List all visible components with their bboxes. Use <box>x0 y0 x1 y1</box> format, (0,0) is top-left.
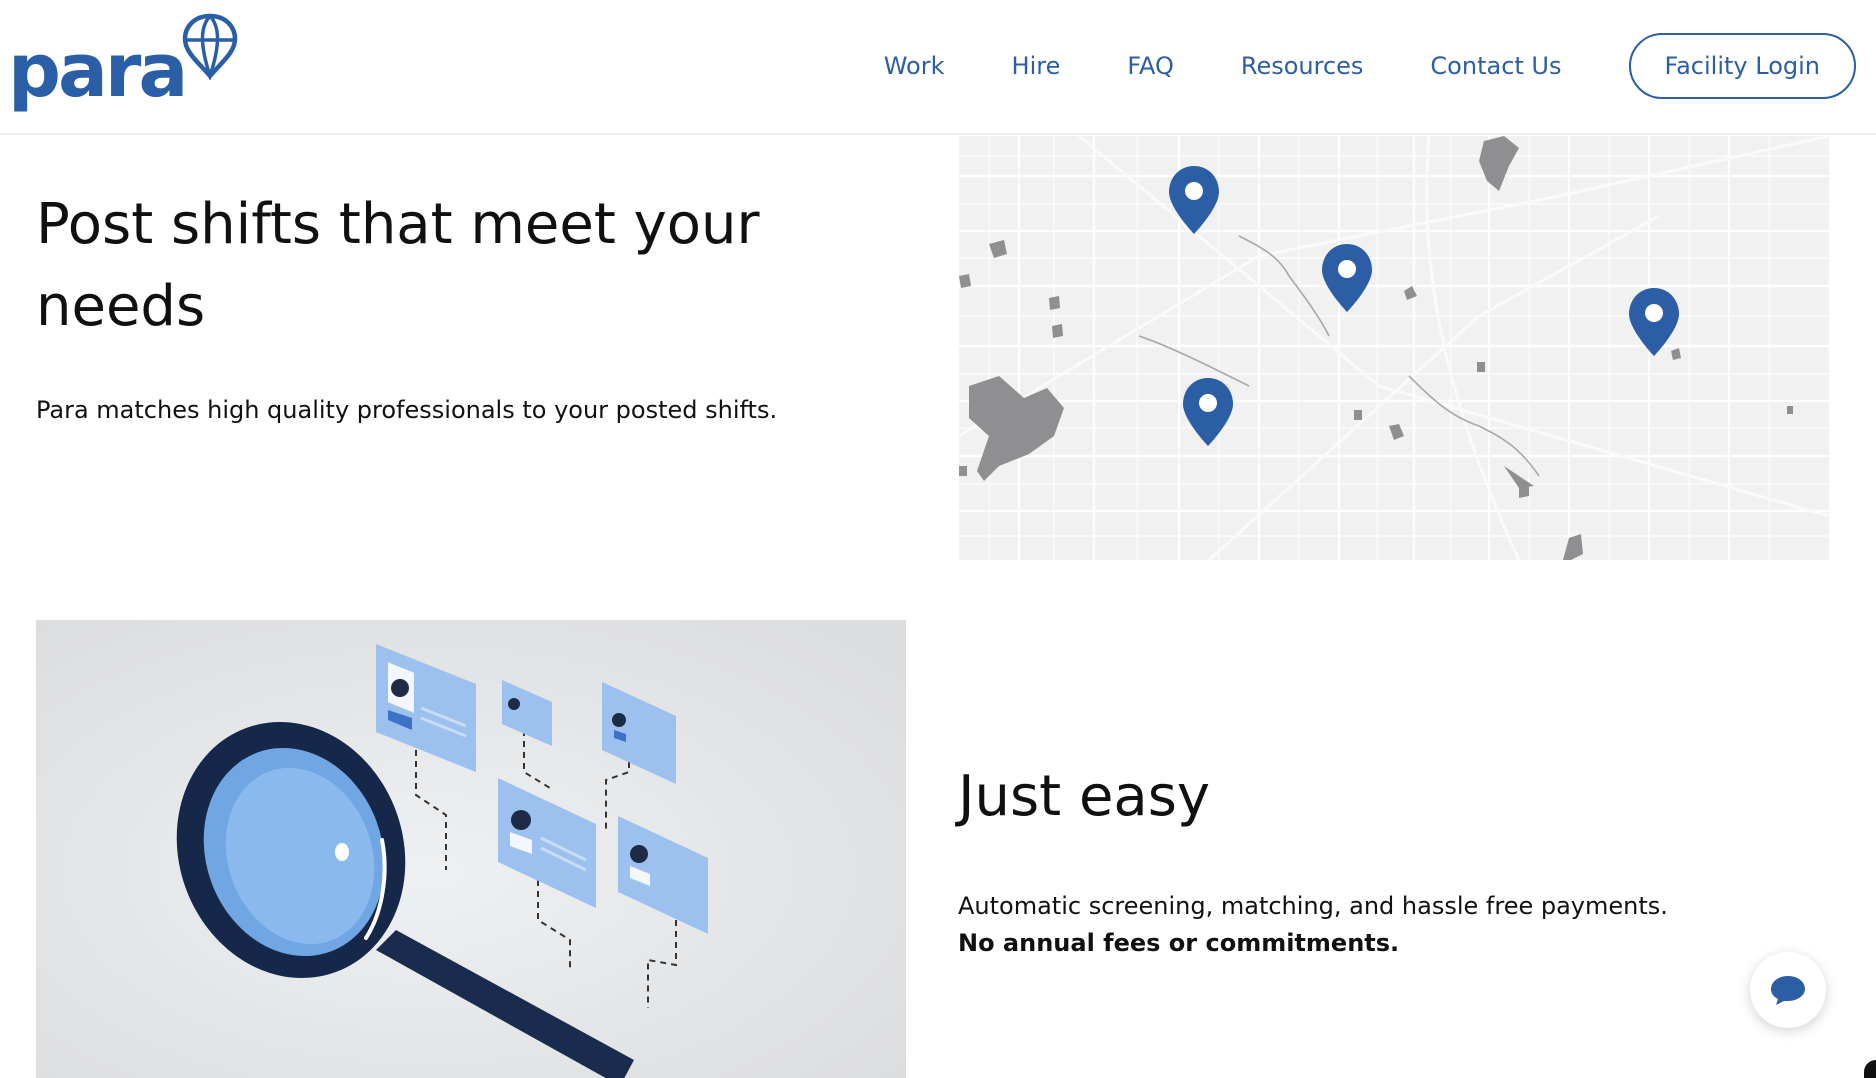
window-corner <box>1864 1060 1876 1078</box>
section2-subtext: Automatic screening, matching, and hassl… <box>958 888 1668 962</box>
main-nav: Work Hire FAQ Resources Contact Us Facil… <box>884 0 1876 132</box>
site-header: para Work Hire FAQ Resources Contact Us … <box>0 0 1876 135</box>
nav-contact-link[interactable]: Contact Us <box>1430 52 1561 80</box>
section1-subtext: Para matches high quality professionals … <box>36 396 778 424</box>
section2-subtext-bold: No annual fees or commitments. <box>958 929 1400 957</box>
nav-resources-link[interactable]: Resources <box>1241 52 1364 80</box>
section2-headline: Just easy <box>958 764 1211 829</box>
nav-hire-link[interactable]: Hire <box>1012 52 1061 80</box>
logo[interactable]: para <box>8 12 240 112</box>
chat-button[interactable] <box>1750 952 1826 1028</box>
chat-bubble-icon <box>1771 976 1805 1005</box>
magnifier-illustration <box>36 620 906 1078</box>
logo-wordmark: para <box>8 28 188 114</box>
map-image <box>959 136 1829 560</box>
facility-login-button[interactable]: Facility Login <box>1628 33 1856 99</box>
nav-faq-link[interactable]: FAQ <box>1127 52 1174 80</box>
section1-headline: Post shifts that meet your needs <box>36 192 760 339</box>
section2-subtext-line: Automatic screening, matching, and hassl… <box>958 892 1668 920</box>
nav-work-link[interactable]: Work <box>884 52 945 80</box>
balloon-icon <box>182 13 238 80</box>
